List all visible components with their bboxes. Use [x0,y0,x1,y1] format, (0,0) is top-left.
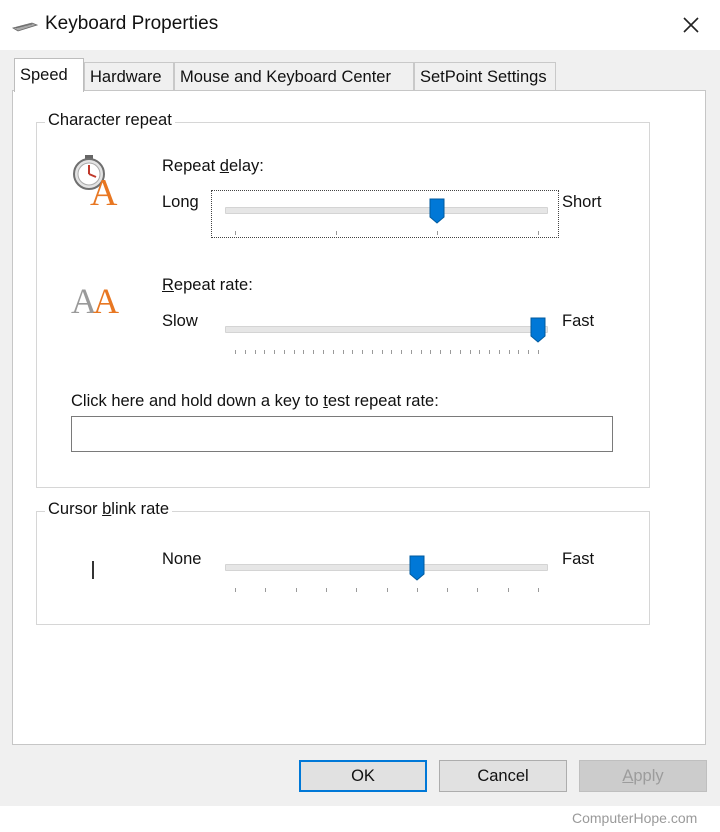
slider-tick [447,588,449,592]
slider-tick [459,350,461,354]
slider-tick [235,350,236,354]
slider-tick [440,350,442,354]
slider-tick [352,350,354,354]
ok-button[interactable]: OK [299,760,427,792]
repeat-delay-short-label: Short [562,193,602,211]
slider-tick [264,350,266,354]
slider-tick [274,350,276,354]
keyboard-properties-window: Keyboard Properties Speed Hardware Mouse… [0,0,720,806]
slider-tick [507,588,509,592]
slider-tick [356,588,358,592]
repeat-rate-label: Repeat rate: [162,276,253,294]
speed-tab-panel: Character repeat A Repeat delay: Long Sh… [12,90,706,745]
slider-tick [322,350,324,354]
slider-thumb[interactable] [429,198,445,224]
slider-tick [430,350,432,354]
tab-mouse-and-keyboard-center[interactable]: Mouse and Keyboard Center [174,62,414,90]
test-repeat-rate-label: Click here and hold down a key to test r… [71,392,439,410]
text-cursor-icon [92,561,94,579]
apply-label: pply [633,767,664,785]
slider-tick [469,350,471,354]
slider-thumb[interactable] [409,555,425,581]
slider-track [225,207,548,214]
slider-tick [518,350,520,354]
cancel-button[interactable]: Cancel [439,760,567,792]
slider-tick [293,350,295,354]
slider-tick [538,231,539,235]
slider-tick [336,231,337,235]
slider-track [225,564,548,571]
slider-tick [528,350,530,354]
tab-hardware[interactable]: Hardware [84,62,174,90]
slider-tick [303,350,305,354]
tab-label: Speed [20,66,68,84]
repeat-rate-slow-label: Slow [162,312,198,330]
slider-tick [244,350,246,354]
repeat-delay-label: Repeat delay: [162,157,264,175]
repeat-rate-fast-label: Fast [562,312,595,330]
slider-tick [342,350,344,354]
apply-button[interactable]: Apply [579,760,707,792]
svg-text:A: A [90,172,118,207]
slider-tick [235,231,236,235]
slider-tick [313,350,315,354]
slider-track [225,326,548,333]
slider-tick [235,588,236,592]
slider-tick [381,350,383,354]
title-bar: Keyboard Properties [0,0,720,50]
slider-tick [479,350,481,354]
tab-label: SetPoint Settings [420,68,547,86]
repeat-rate-icon: A A [71,281,119,321]
slider-tick [498,350,500,354]
slider-thumb[interactable] [530,317,546,343]
slider-tick [325,588,327,592]
slider-tick [420,350,422,354]
close-icon[interactable] [670,8,712,42]
cursor-blink-fast-label: Fast [562,550,595,568]
slider-tick [371,350,373,354]
slider-tick [332,350,334,354]
test-repeat-rate-input[interactable] [71,416,613,452]
slider-tick [410,350,412,354]
tab-label: Mouse and Keyboard Center [180,68,391,86]
apply-label-mnemonic: A [622,767,634,785]
window-title: Keyboard Properties [45,13,219,34]
repeat-delay-slider[interactable] [225,195,548,245]
slider-tick [538,588,539,592]
slider-tick [254,350,256,354]
slider-tick [508,350,510,354]
slider-tick [401,350,403,354]
slider-tick [391,350,393,354]
slider-tick [477,588,479,592]
tab-speed[interactable]: Speed [14,58,84,92]
repeat-delay-icon: A [73,155,118,207]
tab-setpoint-settings[interactable]: SetPoint Settings [414,62,556,90]
slider-tick [283,350,285,354]
slider-tick [295,588,297,592]
cursor-blink-none-label: None [162,550,202,568]
slider-tick [538,350,539,354]
slider-tick [416,588,418,592]
slider-tick [386,588,388,592]
watermark: ComputerHope.com [572,810,698,826]
slider-tick [362,350,364,354]
tab-label: Hardware [90,68,162,86]
slider-tick [437,231,438,235]
slider-tick [450,350,452,354]
character-repeat-legend: Character repeat [45,111,175,130]
repeat-rate-slider[interactable] [225,314,548,364]
repeat-delay-long-label: Long [162,193,199,211]
cursor-blink-rate-slider[interactable] [225,552,548,602]
keyboard-icon [12,22,38,32]
slider-tick [265,588,267,592]
slider-tick [489,350,491,354]
svg-text:A: A [93,281,119,321]
cursor-blink-rate-legend: Cursor blink rate [45,500,173,519]
